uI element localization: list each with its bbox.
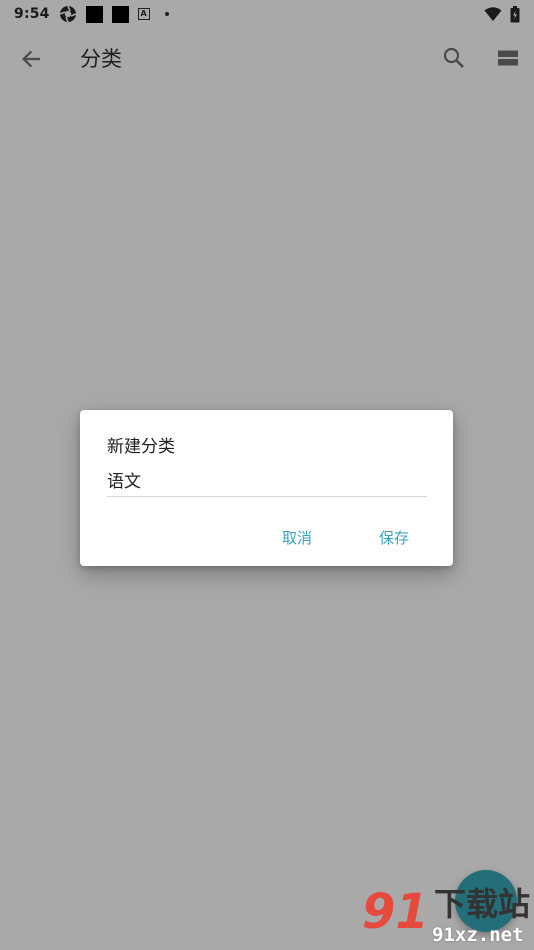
watermark-url: 91xz.net (432, 924, 524, 946)
wifi-icon (484, 6, 502, 22)
view-list-icon (498, 50, 518, 66)
font-a-icon: A (137, 8, 150, 20)
save-button[interactable]: 保存 (375, 524, 413, 550)
camera-aperture-icon (59, 5, 77, 23)
search-button[interactable] (438, 42, 470, 74)
page-title: 分类 (80, 47, 122, 71)
search-icon (443, 47, 464, 68)
cancel-button[interactable]: 取消 (278, 524, 316, 550)
back-button[interactable] (14, 42, 48, 76)
status-bar-left: 9:54 A (14, 5, 169, 23)
status-bar-right (484, 5, 520, 23)
category-name-input[interactable] (107, 463, 427, 497)
notification-square-icon (85, 5, 103, 23)
notification-square-icon (111, 5, 129, 23)
app-bar: 分类 (0, 28, 534, 88)
watermark-cn-text: 下载站 (434, 885, 531, 923)
arrow-back-icon (22, 50, 41, 68)
watermark-brand: 91 (362, 884, 429, 940)
battery-icon (510, 5, 520, 23)
new-category-dialog: 新建分类 取消 保存 (80, 410, 453, 566)
status-time: 9:54 (14, 6, 50, 22)
dot-icon (164, 12, 169, 16)
dialog-title: 新建分类 (107, 437, 175, 457)
view-toggle-button[interactable] (492, 42, 524, 74)
watermark: 91 下载站 91xz.net (362, 888, 534, 950)
status-bar: 9:54 A (0, 0, 534, 28)
